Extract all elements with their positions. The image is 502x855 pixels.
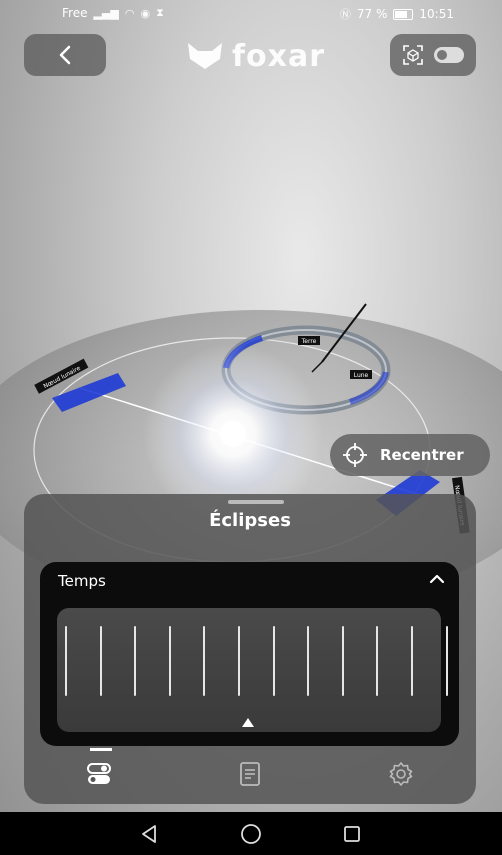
crosshair-icon: [343, 443, 367, 467]
status-left: Free ▂▄▆ ◠ ◉ ⧗: [62, 6, 164, 20]
drag-handle[interactable]: [228, 500, 284, 504]
time-slider-tick: [168, 626, 171, 696]
tab-info[interactable]: [175, 744, 325, 804]
label-left-node-text: Nœud lunaire: [42, 365, 82, 390]
label-lune: Lune: [350, 370, 372, 379]
ar-mode-toggle-button[interactable]: [390, 34, 476, 76]
battery-percent: 77 %: [356, 7, 388, 21]
moon-orbit-blue-arc: [223, 335, 263, 369]
battery-icon: [393, 8, 414, 20]
back-triangle-icon[interactable]: [140, 824, 160, 844]
time-slider-tick: [341, 626, 344, 696]
android-nav-bar: [0, 812, 502, 855]
time-section-label: Temps: [58, 572, 106, 590]
eye-icon: ◉: [140, 6, 151, 20]
time-slider-tick: [203, 626, 206, 696]
time-slider[interactable]: [57, 608, 448, 732]
tab-controls[interactable]: [24, 744, 174, 804]
time-slider-thumb[interactable]: [242, 718, 254, 727]
logo-text: foxar: [232, 38, 326, 74]
chevron-up-icon[interactable]: [429, 574, 445, 584]
label-terre: Terre: [298, 336, 320, 345]
wifi-icon: ◠: [124, 6, 135, 20]
document-icon: [240, 762, 260, 786]
fox-logo-icon: [188, 43, 222, 69]
recenter-label: Recentrer: [380, 446, 464, 464]
time-slider-tick: [99, 626, 102, 696]
moon-orbit: [221, 325, 391, 415]
settings-icon: [389, 762, 413, 786]
sun: [220, 421, 246, 447]
ar-cube-icon: [403, 45, 423, 65]
time-section: Temps: [40, 562, 459, 746]
time-slider-tick: [307, 626, 310, 696]
chevron-left-icon: [59, 45, 71, 65]
carrier-name: Free: [62, 6, 88, 20]
time-slider-tick: [411, 626, 413, 696]
status-right: Ⓝ 77 % 10:51: [340, 6, 454, 22]
back-button[interactable]: [24, 34, 106, 76]
panel-title: Éclipses: [209, 510, 291, 531]
tab-settings[interactable]: [326, 744, 476, 804]
time-slider-tick: [445, 626, 448, 696]
hourglass-icon: ⧗: [156, 6, 164, 19]
ar-toggle-switch[interactable]: [434, 47, 464, 63]
label-left-node: Nœud lunaire: [34, 358, 89, 394]
recents-square-icon[interactable]: [342, 824, 362, 844]
recenter-button[interactable]: Recentrer: [330, 434, 490, 476]
nfc-icon: Ⓝ: [339, 8, 351, 21]
time-slider-tick: [65, 626, 67, 696]
time-slider-tick: [376, 626, 379, 696]
home-circle-icon[interactable]: [240, 823, 262, 845]
time-slider-tick: [238, 626, 240, 696]
status-bar: Free ▂▄▆ ◠ ◉ ⧗ Ⓝ 77 % 10:51: [0, 0, 502, 26]
bottom-nav: [24, 744, 476, 804]
signal-icon: ▂▄▆: [93, 6, 119, 20]
label-terre-text: Terre: [301, 338, 317, 345]
left-node-plane: [52, 373, 126, 412]
earth-axis: [321, 303, 367, 363]
time-slider-tick: [272, 626, 275, 696]
foxar-logo: foxar: [186, 34, 325, 78]
ar-screen: Terre Lune Nœud lunaire Nœud lunaire Fre…: [0, 0, 502, 855]
toggles-icon: [87, 763, 111, 784]
bottom-sheet: Éclipses Temps: [24, 494, 476, 804]
time-slider-tick: [134, 626, 137, 696]
active-tab-indicator: [90, 748, 112, 751]
clock: 10:51: [419, 7, 454, 21]
label-lune-text: Lune: [354, 372, 369, 379]
